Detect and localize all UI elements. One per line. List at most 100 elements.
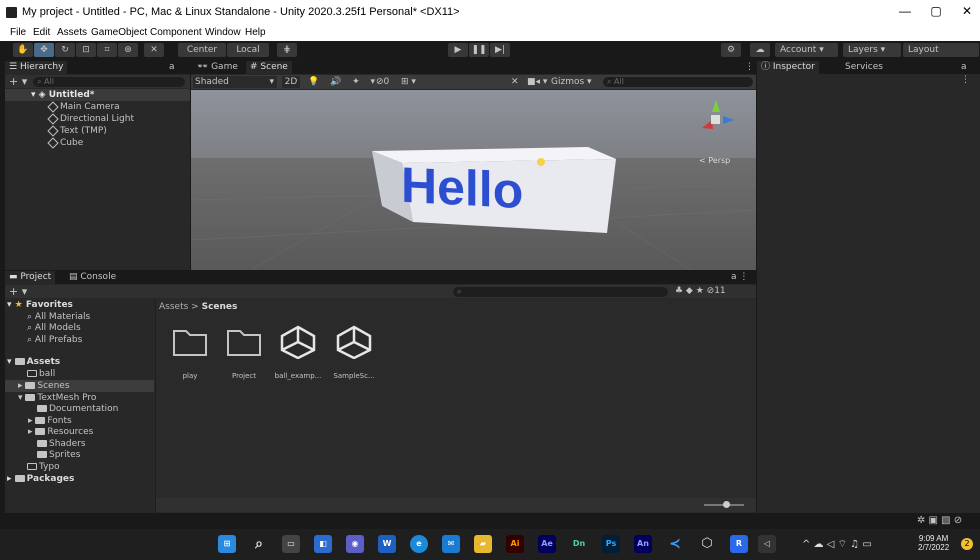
menu-component[interactable]: Component	[150, 27, 202, 38]
favorite-item[interactable]: ⌕ All Prefabs	[27, 334, 82, 346]
camera-dropdown[interactable]: ■◂ ▾	[527, 75, 547, 89]
menu-file[interactable]: File	[10, 27, 26, 38]
widgets-icon[interactable]: ◧	[314, 535, 332, 553]
step-button[interactable]: ▶|	[490, 43, 510, 57]
hierarchy-item-main-camera[interactable]: Main Camera	[47, 100, 120, 113]
collab-icon[interactable]: ⚙	[721, 43, 741, 57]
scale-tool-icon[interactable]: ⊡	[76, 43, 96, 57]
menu-window[interactable]: Window	[205, 27, 241, 38]
pivot-center-button[interactable]: Center	[178, 43, 226, 57]
persp-label[interactable]: < Persp	[699, 156, 730, 165]
hierarchy-item-directional-light[interactable]: Directional Light	[47, 112, 134, 125]
minimize-button[interactable]: —	[890, 4, 920, 18]
dimension-icon[interactable]: Dn	[570, 535, 588, 553]
tree-item-typo[interactable]: Typo	[27, 461, 60, 473]
notification-badge[interactable]: 2	[961, 538, 973, 550]
rect-tool-icon[interactable]: ⌗	[97, 43, 117, 57]
scene-search-input[interactable]: ⌕ All	[603, 77, 753, 87]
account-dropdown[interactable]: Account ▾	[775, 43, 838, 57]
favorite-item[interactable]: ⌕ All Models	[27, 322, 81, 334]
hierarchy-item-cube[interactable]: Cube	[47, 136, 83, 149]
edge-icon[interactable]: e	[410, 535, 428, 553]
pause-button[interactable]: ❚❚	[469, 43, 489, 57]
chat-icon[interactable]: ◉	[346, 535, 364, 553]
tab-project[interactable]: ▬ Project	[5, 271, 56, 284]
scene-viewport[interactable]: Hello < Persp	[191, 90, 756, 270]
system-tray-icons[interactable]: ^ ☁ ◁ ⌔ ♫ ▭	[802, 538, 872, 551]
shading-dropdown[interactable]: Shaded ▾	[193, 76, 277, 88]
2d-toggle[interactable]: 2D	[282, 76, 300, 88]
file-explorer-icon[interactable]: ▰	[474, 535, 492, 553]
menu-help[interactable]: Help	[245, 27, 266, 38]
clock[interactable]: 9:09 AM 2/7/2022	[918, 534, 949, 552]
layout-dropdown[interactable]: Layout	[903, 43, 979, 57]
tools-icon[interactable]: ✕	[511, 75, 519, 89]
lock-icon[interactable]: a ⋮	[957, 61, 980, 85]
asset-item-samplescene[interactable]: SampleSc...	[328, 325, 380, 380]
custom-tool-icon[interactable]: ✕	[144, 43, 164, 57]
cloud-icon[interactable]: ☁	[750, 43, 770, 57]
gizmos-dropdown[interactable]: Gizmos ▾	[551, 75, 592, 89]
asset-item-ball-example[interactable]: ball_examp...	[272, 325, 324, 380]
tab-hierarchy[interactable]: ☰ Hierarchy	[5, 61, 68, 74]
breadcrumb-assets[interactable]: Assets	[159, 302, 188, 312]
menu-assets[interactable]: Assets	[57, 27, 87, 38]
illustrator-icon[interactable]: Ai	[506, 535, 524, 553]
packages-header[interactable]: ▸ Packages	[7, 473, 74, 485]
move-tool-icon[interactable]: ✥	[34, 43, 54, 57]
tree-item-ball[interactable]: ball	[27, 368, 55, 380]
asset-item-play[interactable]: play	[166, 327, 214, 380]
menu-edit[interactable]: Edit	[33, 27, 50, 38]
task-view-icon[interactable]: ▭	[282, 535, 300, 553]
lock-icon[interactable]: a ⋮	[727, 271, 752, 284]
more-menu-icon[interactable]: ⋮	[741, 61, 758, 74]
asset-item-project[interactable]: Project	[220, 327, 268, 380]
tree-item-resources[interactable]: ▸ Resources	[28, 426, 93, 438]
grid-snap-icon[interactable]: ⋕	[277, 43, 297, 57]
tab-console[interactable]: ▤ Console	[65, 271, 120, 284]
close-button[interactable]: ✕	[952, 4, 980, 18]
unity-hub-icon[interactable]: ⬡	[698, 535, 716, 553]
create-button[interactable]: + ▾	[9, 75, 27, 88]
status-icons[interactable]: ✲ ▣ ▧ ⊘	[917, 515, 962, 526]
assets-header[interactable]: ▾ Assets	[7, 356, 60, 368]
scene-orientation-gizmo[interactable]	[696, 98, 736, 138]
create-button[interactable]: + ▾	[9, 285, 27, 298]
grid-dropdown[interactable]: ⊞ ▾	[401, 75, 416, 89]
after-effects-icon[interactable]: Ae	[538, 535, 556, 553]
scene-root-item[interactable]: ▾ ◈ Untitled*	[5, 89, 190, 101]
tree-item-sprites[interactable]: Sprites	[37, 449, 80, 461]
breadcrumb-scenes[interactable]: Scenes	[202, 302, 238, 312]
remote-icon[interactable]: R	[730, 535, 748, 553]
hierarchy-item-text-tmp[interactable]: Text (TMP)	[47, 124, 107, 137]
scene-toggles[interactable]: 💡 🔊 ✦ ▾	[308, 75, 379, 89]
lock-icon[interactable]: a ⋮	[165, 61, 190, 85]
tree-item-scenes[interactable]: ▸ Scenes	[5, 380, 154, 392]
photoshop-icon[interactable]: Ps	[602, 535, 620, 553]
hierarchy-search-input[interactable]: ⌕ All	[33, 77, 185, 87]
unity-editor-icon[interactable]: ◁	[758, 535, 776, 553]
maximize-button[interactable]: ▢	[921, 4, 951, 18]
tree-item-documentation[interactable]: Documentation	[37, 403, 118, 415]
search-icon[interactable]: ⌕	[250, 535, 268, 553]
mail-icon[interactable]: ✉	[442, 535, 460, 553]
tab-services[interactable]: Services	[841, 61, 887, 74]
favorites-header[interactable]: ▾ ★ Favorites	[7, 299, 73, 311]
menu-gameobject[interactable]: GameObject	[91, 27, 147, 38]
play-button[interactable]: ▶	[448, 43, 468, 57]
tab-game[interactable]: 👓 Game	[193, 61, 242, 74]
pivot-local-button[interactable]: Local	[227, 43, 269, 57]
start-icon[interactable]: ⊞	[218, 535, 236, 553]
animate-icon[interactable]: An	[634, 535, 652, 553]
icon-size-slider-thumb[interactable]	[723, 501, 730, 508]
tab-inspector[interactable]: ⓘ Inspector	[757, 61, 819, 74]
word-icon[interactable]: W	[378, 535, 396, 553]
tab-scene[interactable]: # Scene	[246, 61, 292, 74]
project-search-input[interactable]: ⌕	[453, 287, 668, 297]
vscode-icon[interactable]: ≺	[666, 535, 684, 553]
rotate-tool-icon[interactable]: ↻	[55, 43, 75, 57]
hand-tool-icon[interactable]: ✋	[13, 43, 33, 57]
transform-tool-icon[interactable]: ⊛	[118, 43, 138, 57]
layers-dropdown[interactable]: Layers ▾	[843, 43, 901, 57]
hidden-objects-icon[interactable]: ⊘0	[376, 75, 389, 89]
